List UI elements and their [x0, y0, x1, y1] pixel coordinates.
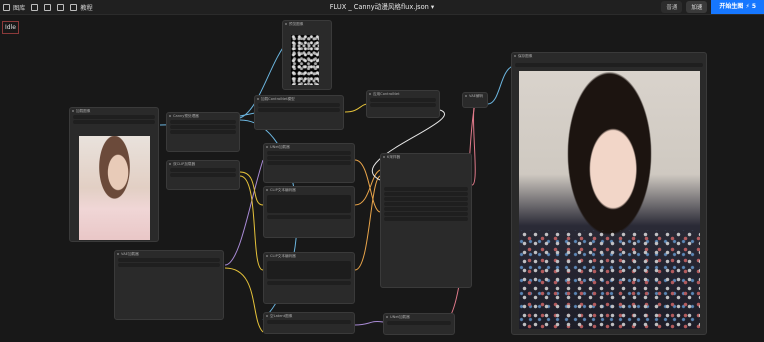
node-title: 应用ControlNet: [367, 91, 439, 97]
node-title: VAE加载器: [115, 251, 223, 257]
batch-field[interactable]: [267, 161, 351, 165]
node-title: CLIP文本编码器: [264, 187, 354, 193]
unet-loader-bottom-node[interactable]: UNet加载器: [383, 313, 455, 335]
controlnet-loader-node[interactable]: 加载ControlNet模型: [254, 95, 344, 130]
node-title: UNet加载器: [264, 144, 354, 150]
prompt-textarea[interactable]: [267, 195, 351, 213]
guidance-field[interactable]: [267, 281, 351, 285]
upload-button[interactable]: [73, 120, 155, 124]
node-title: 加载ControlNet模型: [255, 96, 343, 102]
node-title: 预览图像: [283, 21, 331, 27]
vae-decode-node[interactable]: VAE解码: [462, 92, 488, 108]
control-after-generate-field[interactable]: [384, 192, 468, 196]
denoise-field[interactable]: [384, 217, 468, 221]
node-title: Canny预处理器: [167, 113, 239, 119]
scheduler-field[interactable]: [384, 212, 468, 216]
seed-field[interactable]: [384, 187, 468, 191]
high-threshold-field[interactable]: [170, 125, 236, 129]
height-field[interactable]: [267, 156, 351, 160]
input-portrait-image: [79, 136, 150, 240]
sampler-field[interactable]: [384, 207, 468, 211]
dual-clip-node[interactable]: 双CLIP加载器: [166, 160, 240, 190]
latent-size-field[interactable]: [267, 320, 351, 324]
negative-prompt-textarea[interactable]: [267, 261, 351, 279]
resolution-field[interactable]: [170, 130, 236, 134]
clip-name-1-field[interactable]: [170, 168, 236, 172]
clip-name-2-field[interactable]: [170, 173, 236, 177]
node-title: CLIP文本编码器: [264, 253, 354, 259]
cfg-field[interactable]: [384, 202, 468, 206]
vae-name-field[interactable]: [387, 321, 451, 325]
node-title: 保存图像: [512, 53, 706, 59]
filename-prefix-field[interactable]: [515, 63, 703, 67]
controlnet-name-field[interactable]: [258, 103, 340, 107]
strength-field[interactable]: [370, 103, 436, 107]
model-select-field[interactable]: [370, 98, 436, 102]
clip-text-positive-node[interactable]: CLIP文本编码器: [263, 186, 355, 238]
image-file-field[interactable]: [73, 115, 155, 119]
node-title: 双CLIP加载器: [167, 161, 239, 167]
node-title: 空Latent图像: [264, 313, 354, 319]
ksampler-node[interactable]: K采样器: [380, 153, 472, 288]
controlnet-type-field[interactable]: [258, 108, 340, 112]
width-field[interactable]: [267, 151, 351, 155]
vae-loader-node[interactable]: VAE加载器: [114, 250, 224, 320]
canny-edge-preview: [291, 35, 319, 85]
steps-field[interactable]: [384, 197, 468, 201]
kimono-flower-pattern: [519, 230, 700, 329]
node-title: 加载图像: [70, 108, 158, 114]
guidance-field[interactable]: [267, 215, 351, 219]
unet-loader-node[interactable]: UNet加载器: [263, 143, 355, 183]
empty-latent-node[interactable]: 空Latent图像: [263, 312, 355, 334]
unet-name-field[interactable]: [118, 258, 220, 262]
node-title: UNet加载器: [384, 314, 454, 320]
low-threshold-field[interactable]: [170, 120, 236, 124]
canny-node[interactable]: Canny预处理器: [166, 112, 240, 152]
weight-dtype-field[interactable]: [118, 263, 220, 267]
node-title: VAE解码: [463, 93, 487, 99]
clip-text-negative-node[interactable]: CLIP文本编码器: [263, 252, 355, 304]
apply-controlnet-node[interactable]: 应用ControlNet: [366, 90, 440, 118]
node-title: K采样器: [381, 154, 471, 160]
